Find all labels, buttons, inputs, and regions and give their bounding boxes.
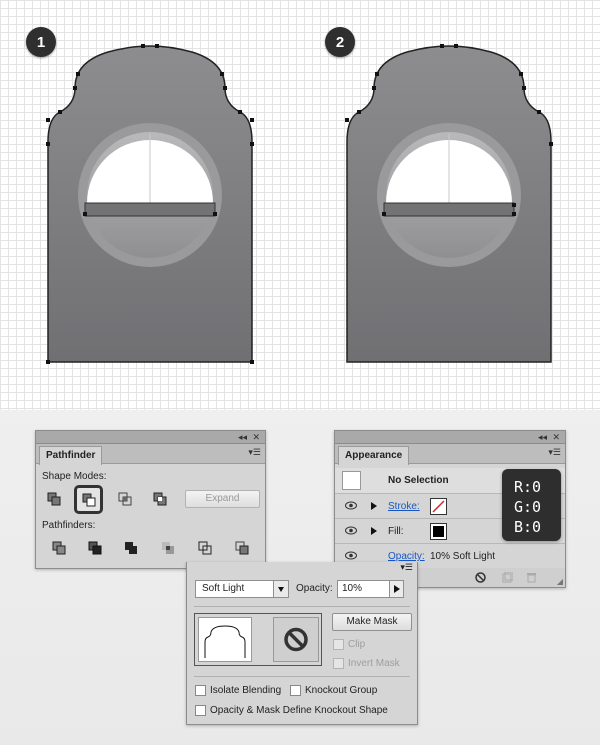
fill-swatch-black-icon[interactable] xyxy=(430,523,447,540)
transparency-panel: ▾☰ Soft Light Opacity: 10% Make Mask Cli… xyxy=(186,562,418,725)
tab-pathfinder[interactable]: Pathfinder xyxy=(39,446,103,465)
minus-front-icon[interactable] xyxy=(74,485,103,514)
close-icon[interactable]: ✕ xyxy=(552,431,560,443)
exclude-icon[interactable] xyxy=(149,488,171,510)
pathfinder-panel: ◂◂ ✕ Pathfinder ▾☰ Shape Modes: Expand P… xyxy=(35,430,266,569)
panel-menu-icon[interactable]: ▾☰ xyxy=(248,447,261,458)
expand-button[interactable]: Expand xyxy=(185,490,260,508)
panel-titlebar[interactable]: ◂◂ ✕ xyxy=(335,431,565,444)
clip-checkbox[interactable] xyxy=(333,639,344,650)
clip-label: Clip xyxy=(348,639,366,650)
door-shape-2[interactable] xyxy=(345,44,553,363)
make-mask-button[interactable]: Make Mask xyxy=(332,613,412,631)
opacity-value: 10% Soft Light xyxy=(430,551,496,562)
rgb-b: B:0 xyxy=(514,518,542,536)
opacity-field-value: 10% xyxy=(342,583,363,594)
pathfinders-label: Pathfinders: xyxy=(42,520,96,531)
close-icon[interactable]: ✕ xyxy=(252,431,260,443)
collapse-icon[interactable]: ◂◂ xyxy=(538,431,547,443)
mask-thumbnail[interactable] xyxy=(273,617,319,662)
isolate-blending-checkbox[interactable] xyxy=(195,685,206,696)
porthole-bar-1 xyxy=(84,202,216,217)
porthole-bar-2 xyxy=(383,202,515,217)
rgb-callout: R:0 G:0 B:0 xyxy=(502,469,561,541)
panel-titlebar[interactable]: ▾☰ xyxy=(187,562,417,574)
stroke-link[interactable]: Stroke: xyxy=(388,501,420,512)
opacity-link[interactable]: Opacity: xyxy=(388,551,425,562)
blend-mode-select[interactable]: Soft Light xyxy=(195,580,289,598)
no-mask-icon xyxy=(284,627,308,652)
knockout-group-checkbox[interactable] xyxy=(290,685,301,696)
opacity-stepper-icon[interactable] xyxy=(389,581,403,597)
divider xyxy=(194,676,410,677)
resize-grip-icon[interactable]: ◢ xyxy=(557,577,563,586)
merge-icon[interactable] xyxy=(120,537,142,559)
expand-triangle-icon[interactable] xyxy=(371,527,377,535)
opacity-field[interactable]: 10% xyxy=(337,580,404,598)
panel-titlebar[interactable]: ◂◂ ✕ xyxy=(36,431,265,444)
isolate-blending-label: Isolate Blending xyxy=(210,685,282,696)
eye-icon[interactable] xyxy=(345,501,357,510)
selection-label: No Selection xyxy=(388,475,449,486)
minus-back-icon[interactable] xyxy=(231,537,253,559)
artwork xyxy=(46,44,553,364)
panel-menu-icon[interactable]: ▾☰ xyxy=(548,447,561,458)
object-thumbnail-frame[interactable] xyxy=(194,613,322,666)
clear-appearance-icon[interactable] xyxy=(475,572,486,583)
shape-modes-label: Shape Modes: xyxy=(42,471,107,482)
outline-icon[interactable] xyxy=(194,537,216,559)
unite-icon[interactable] xyxy=(43,488,65,510)
expand-triangle-icon[interactable] xyxy=(371,502,377,510)
artboard-canvas: 1 2 xyxy=(0,0,600,410)
knockout-group-label: Knockout Group xyxy=(305,685,378,696)
collapse-icon[interactable]: ◂◂ xyxy=(238,431,247,443)
door-shape-1[interactable] xyxy=(46,44,254,364)
door-outline-icon xyxy=(204,625,246,658)
stroke-swatch-none-icon[interactable] xyxy=(430,498,447,515)
opacity-label: Opacity: xyxy=(296,583,333,594)
tab-appearance[interactable]: Appearance xyxy=(338,446,410,465)
eye-icon[interactable] xyxy=(345,551,357,560)
divider xyxy=(194,606,410,607)
duplicate-item-icon[interactable] xyxy=(502,572,513,583)
crop-icon[interactable] xyxy=(157,537,179,559)
delete-item-icon[interactable] xyxy=(526,571,537,583)
chevron-down-icon[interactable] xyxy=(273,581,288,597)
rgb-r: R:0 xyxy=(514,478,542,496)
panel-menu-icon[interactable]: ▾☰ xyxy=(400,562,413,573)
intersect-icon[interactable] xyxy=(114,488,136,510)
opacity-mask-knockout-label: Opacity & Mask Define Knockout Shape xyxy=(210,705,388,716)
invert-mask-label: Invert Mask xyxy=(348,658,400,669)
blend-mode-value: Soft Light xyxy=(202,583,245,594)
fill-label: Fill: xyxy=(388,526,404,537)
selection-thumbnail xyxy=(342,471,361,490)
object-thumbnail xyxy=(198,617,252,662)
rgb-g: G:0 xyxy=(514,498,542,516)
invert-mask-checkbox[interactable] xyxy=(333,658,344,669)
eye-icon[interactable] xyxy=(345,526,357,535)
opacity-mask-knockout-checkbox[interactable] xyxy=(195,705,206,716)
trim-icon[interactable] xyxy=(84,537,106,559)
divide-icon[interactable] xyxy=(48,537,70,559)
